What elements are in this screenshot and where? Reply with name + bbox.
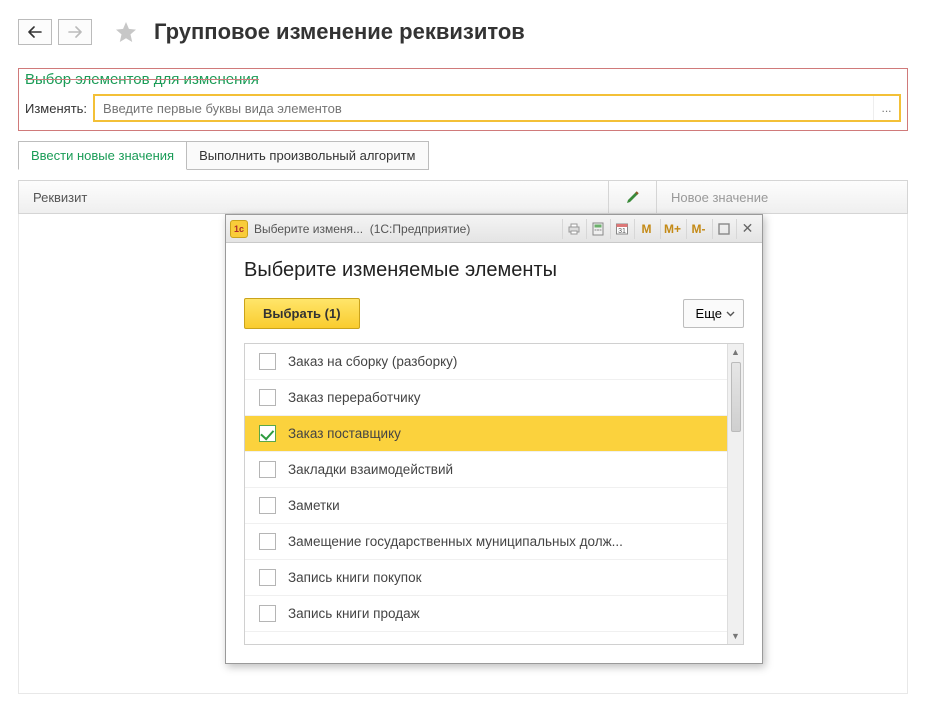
list-item[interactable]: Заказ переработчику	[245, 380, 727, 416]
close-icon[interactable]: ✕	[736, 219, 758, 239]
list-item[interactable]: Заказ на сборку (разборку)	[245, 344, 727, 380]
favorite-star-icon[interactable]	[112, 18, 140, 46]
nav-forward-button[interactable]	[58, 19, 92, 45]
dialog-heading: Выберите изменяемые элементы	[244, 259, 744, 282]
svg-text:31: 31	[618, 228, 626, 235]
list-item[interactable]: Закладки взаимодействий	[245, 452, 727, 488]
list-item[interactable]: Замещение государственных муниципальных …	[245, 524, 727, 560]
memory-mminus-button[interactable]: M-	[686, 219, 710, 239]
dialog-titlebar[interactable]: 1c Выберите изменя... (1С:Предприятие) 3…	[226, 215, 762, 243]
elements-list: Заказ на сборку (разборку) Заказ перерабо…	[244, 343, 744, 645]
print-icon[interactable]	[562, 219, 584, 239]
col-header-edit[interactable]	[609, 181, 657, 213]
list-item-label: Замещение государственных муниципальных …	[288, 534, 623, 549]
grid-header: Реквизит Новое значение	[18, 180, 908, 214]
memory-m-button[interactable]: M	[634, 219, 658, 239]
list-item[interactable]: Заметки	[245, 488, 727, 524]
pencil-icon	[625, 189, 641, 205]
list-item-label: Закладки взаимодействий	[288, 462, 453, 477]
list-item[interactable]: Запись книги покупок	[245, 560, 727, 596]
memory-mplus-button[interactable]: M+	[660, 219, 684, 239]
list-item-label: Заказ на сборку (разборку)	[288, 354, 457, 369]
change-input-wrap: ...	[93, 94, 901, 122]
tab-run-algorithm[interactable]: Выполнить произвольный алгоритм	[187, 141, 428, 170]
calculator-icon[interactable]	[586, 219, 608, 239]
scrollbar[interactable]: ▲ ▼	[727, 344, 743, 644]
chevron-down-icon	[726, 311, 735, 317]
col-header-requisite[interactable]: Реквизит	[19, 181, 609, 213]
maximize-icon[interactable]	[712, 219, 734, 239]
scroll-up-icon[interactable]: ▲	[728, 344, 743, 360]
scroll-down-icon[interactable]: ▼	[728, 628, 743, 644]
grid-body: 1c Выберите изменя... (1С:Предприятие) 3…	[18, 214, 908, 694]
checkbox[interactable]	[259, 389, 276, 406]
list-item[interactable]: Запись книги продаж	[245, 596, 727, 632]
element-type-input[interactable]	[95, 101, 873, 116]
selection-section: Выбор элементов для изменения Изменять: …	[18, 68, 908, 131]
page-title: Групповое изменение реквизитов	[154, 19, 525, 45]
checkbox[interactable]	[259, 425, 276, 442]
checkbox[interactable]	[259, 569, 276, 586]
change-label: Изменять:	[25, 101, 87, 116]
calendar-icon[interactable]: 31	[610, 219, 632, 239]
col-header-new-value[interactable]: Новое значение	[657, 181, 907, 213]
open-picker-button[interactable]: ...	[873, 96, 899, 120]
more-button[interactable]: Еще	[683, 299, 744, 328]
checkbox[interactable]	[259, 533, 276, 550]
section-header: Выбор элементов для изменения	[19, 69, 907, 90]
list-item[interactable]: Заказ поставщику	[245, 416, 727, 452]
list-item-label: Заказ переработчику	[288, 390, 421, 405]
list-item-label: Заказ поставщику	[288, 426, 401, 441]
list-item-label: Заметки	[288, 498, 340, 513]
select-elements-dialog: 1c Выберите изменя... (1С:Предприятие) 3…	[225, 214, 763, 664]
checkbox[interactable]	[259, 461, 276, 478]
dialog-title: Выберите изменя... (1С:Предприятие)	[254, 222, 560, 236]
arrow-right-icon	[68, 26, 82, 38]
scroll-thumb[interactable]	[731, 362, 741, 432]
tab-enter-new-values[interactable]: Ввести новые значения	[18, 141, 187, 170]
checkbox[interactable]	[259, 497, 276, 514]
arrow-left-icon	[28, 26, 42, 38]
checkbox[interactable]	[259, 353, 276, 370]
list-item-label: Запись книги покупок	[288, 570, 422, 585]
select-button[interactable]: Выбрать (1)	[244, 298, 360, 329]
mode-tabs: Ввести новые значения Выполнить произвол…	[18, 141, 908, 170]
app-1c-icon: 1c	[230, 220, 248, 238]
nav-back-button[interactable]	[18, 19, 52, 45]
list-item-label: Запись книги продаж	[288, 606, 420, 621]
checkbox[interactable]	[259, 605, 276, 622]
